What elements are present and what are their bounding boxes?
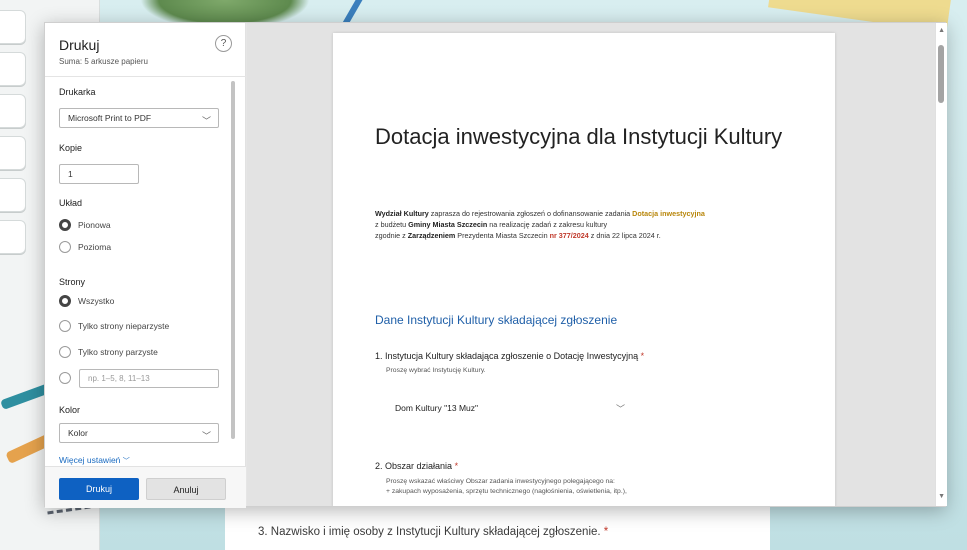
question-1-hint: Proszę wybrać Instytucję Kultury. xyxy=(386,367,486,374)
printer-value: Microsoft Print to PDF xyxy=(68,113,152,123)
color-select[interactable]: Kolor ﹀ xyxy=(59,423,219,443)
keyboard-key xyxy=(0,136,26,170)
chevron-down-icon: ﹀ xyxy=(201,431,211,441)
radio-checked-icon xyxy=(59,295,71,307)
copies-input[interactable]: 1 xyxy=(59,164,139,184)
intro-text: z dnia 22 lipca 2024 r. xyxy=(588,231,661,240)
keyboard-key xyxy=(0,94,26,128)
pages-option-label: Wszystko xyxy=(78,296,115,306)
printer-label: Drukarka xyxy=(59,87,96,97)
intro-city: Gminy Miasta Szczecin xyxy=(408,220,488,229)
pages-option-odd[interactable]: Tylko strony nieparzyste xyxy=(59,319,169,333)
required-mark: * xyxy=(640,351,645,361)
pages-option-label: Tylko strony nieparzyste xyxy=(78,321,170,331)
divider xyxy=(45,76,246,77)
panel-scrollbar[interactable] xyxy=(231,81,235,439)
pages-option-all[interactable]: Wszystko xyxy=(59,294,114,308)
scroll-down-icon[interactable]: ▼ xyxy=(938,493,945,500)
question-1-select: Dom Kultury "13 Muz" ﹀ xyxy=(395,403,625,414)
radio-icon xyxy=(59,346,71,358)
print-preview[interactable]: Dotacja inwestycyjna dla Instytucji Kult… xyxy=(247,23,947,506)
sheet-count: Suma: 5 arkusze papieru xyxy=(59,57,148,66)
print-settings-panel: Drukuj Suma: 5 arkusze papieru ? Drukark… xyxy=(45,23,246,508)
layout-option-label: Pionowa xyxy=(78,220,111,230)
print-button[interactable]: Drukuj xyxy=(59,478,139,500)
layout-label: Układ xyxy=(59,198,83,208)
intro-decree: Zarządzeniem xyxy=(407,231,456,240)
more-settings-label: Więcej ustawień xyxy=(59,455,121,465)
question-2-hint-line: Proszę wskazać właściwy Obszar zadania i… xyxy=(386,478,615,485)
intro-text: zaprasza do rejestrowania zgłoszeń o dof… xyxy=(428,209,633,218)
keyboard-key xyxy=(0,52,26,86)
radio-icon xyxy=(59,320,71,332)
question-1: 1. Instytucja Kultury składająca zgłosze… xyxy=(375,351,644,361)
question-2-text: 2. Obszar działania xyxy=(375,461,453,471)
document-title: Dotacja inwestycyjna dla Instytucji Kult… xyxy=(375,124,783,149)
help-icon[interactable]: ? xyxy=(215,35,232,52)
question-2: 2. Obszar działania * xyxy=(375,461,458,471)
pages-option-label: Tylko strony parzyste xyxy=(78,347,158,357)
pages-range-input[interactable]: np. 1–5, 8, 11–13 xyxy=(79,369,219,388)
behind-question-3: 3. Nazwisko i imię osoby z Instytucji Ku… xyxy=(258,526,608,538)
intro-dept: Wydział Kultury xyxy=(375,209,429,218)
preview-page: Dotacja inwestycyjna dla Instytucji Kult… xyxy=(333,33,835,506)
radio-icon xyxy=(59,372,71,384)
keyboard-key xyxy=(0,10,26,44)
section-title: Dane Instytucji Kultury składającej zgło… xyxy=(375,313,618,327)
question-2-hint: Proszę wskazać właściwy Obszar zadania i… xyxy=(386,477,627,497)
question-1-text: 1. Instytucja Kultury składająca zgłosze… xyxy=(375,351,639,361)
more-settings-link[interactable]: Więcej ustawień ﹀ xyxy=(59,455,130,466)
printer-select[interactable]: Microsoft Print to PDF ﹀ xyxy=(59,108,219,128)
chevron-down-icon: ﹀ xyxy=(201,116,211,126)
intro-text: na realizację zadań z zakresu kultury xyxy=(487,220,608,229)
scroll-up-icon[interactable]: ▲ xyxy=(938,27,945,34)
layout-option-portrait[interactable]: Pionowa xyxy=(59,218,111,232)
chevron-down-icon: ﹀ xyxy=(615,404,625,414)
pages-label: Strony xyxy=(59,277,86,287)
keyboard-key xyxy=(0,220,26,254)
chevron-down-icon: ﹀ xyxy=(122,458,130,465)
preview-scrollbar[interactable]: ▲ ▼ xyxy=(935,23,947,506)
intro-text: z budżetu xyxy=(375,220,409,229)
copies-label: Kopie xyxy=(59,143,83,153)
scroll-thumb[interactable] xyxy=(938,45,944,103)
question-2-hint-line: + zakupach wyposażenia, sprzętu technicz… xyxy=(386,488,627,495)
keyboard-key xyxy=(0,178,26,212)
document-intro: Wydział Kultury zaprasza do rejestrowani… xyxy=(375,208,805,241)
intro-grant: Dotacja inwestycyjna xyxy=(632,209,705,218)
pages-option-custom[interactable] xyxy=(59,371,71,385)
layout-option-landscape[interactable]: Pozioma xyxy=(59,240,111,254)
dialog-title: Drukuj xyxy=(59,37,100,53)
required-mark: * xyxy=(454,461,459,471)
color-value: Kolor xyxy=(68,428,88,438)
cancel-button[interactable]: Anuluj xyxy=(146,478,226,500)
question-1-value: Dom Kultury "13 Muz" xyxy=(395,403,479,413)
pages-option-even[interactable]: Tylko strony parzyste xyxy=(59,345,158,359)
required-mark: * xyxy=(603,526,609,538)
button-bar: Drukuj Anuluj xyxy=(45,466,246,508)
intro-text: zgodnie z xyxy=(375,231,408,240)
radio-icon xyxy=(59,241,71,253)
layout-option-label: Pozioma xyxy=(78,242,112,252)
intro-number: nr 377/2024 xyxy=(549,231,589,240)
intro-text: Prezydenta Miasta Szczecin xyxy=(455,231,550,240)
print-dialog: Drukuj Suma: 5 arkusze papieru ? Drukark… xyxy=(44,22,947,508)
radio-checked-icon xyxy=(59,219,71,231)
color-label: Kolor xyxy=(59,405,81,415)
behind-question-3-text: 3. Nazwisko i imię osoby z Instytucji Ku… xyxy=(258,526,601,538)
